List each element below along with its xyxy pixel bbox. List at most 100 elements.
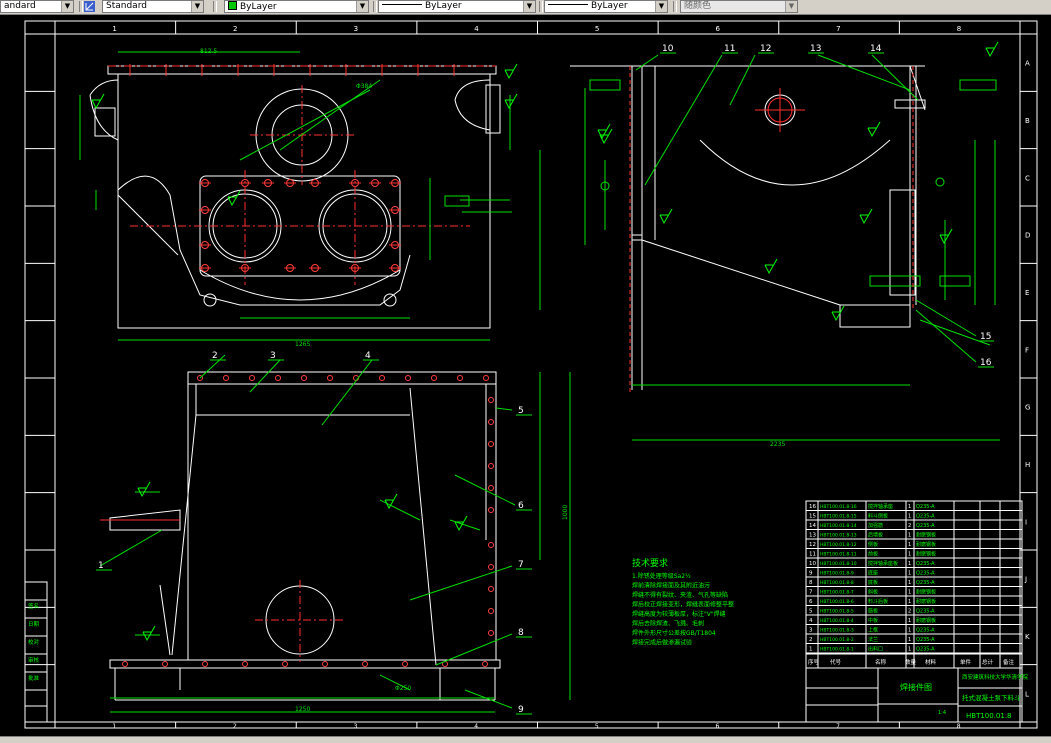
bom-cell-name: 前板 (868, 551, 878, 558)
grid-row-label: B (1025, 117, 1030, 125)
bom-cell-material: Q235-A (916, 561, 935, 567)
layer-color-value: ByLayer (240, 2, 277, 12)
grid-row-label: A (1025, 60, 1030, 68)
drawing-scale: 1:4 (938, 710, 946, 716)
grid-row-label: C (1025, 174, 1030, 182)
bom-cell-code: HBT100.01.8-3 (820, 628, 854, 634)
dimension-style-dropdown[interactable]: Standard ▼ (102, 0, 204, 13)
balloon-number: 15 (980, 332, 991, 342)
front-base-bolt (202, 661, 208, 667)
grid-col-bottom-label: 7 (836, 723, 840, 730)
linetype-dropdown[interactable]: ByLayer ▼ (378, 0, 536, 13)
technical-requirements: 技术要求 1.除锈处理等级Sa2½ 焊前清除焊接面及其附近油污焊缝不得有裂纹、夹渣… (632, 557, 734, 647)
front-side-bolt (488, 463, 494, 469)
bom-cell-no: 9 (809, 571, 813, 577)
bom-header-cell: 单件 (960, 658, 972, 666)
front-side-bolt (488, 608, 494, 614)
bom-cell-qty: 1 (908, 571, 911, 577)
chevron-down-icon[interactable]: ▼ (191, 1, 203, 12)
grid-col-bottom-label: 8 (957, 723, 961, 730)
grid-col-bottom-label: 5 (595, 723, 599, 730)
tech-line: 焊后去除焊渣、飞溅、毛刺 (632, 620, 704, 628)
grid-col-top-label: 8 (957, 25, 961, 33)
bom-cell-no: 8 (809, 580, 813, 586)
chevron-down-icon[interactable]: ▼ (523, 1, 535, 12)
leader-line (409, 565, 513, 601)
front-top-bolt (457, 375, 463, 381)
bom-header-cell: 数量 (905, 658, 917, 666)
bom-cell-material: Q235-A (916, 580, 935, 586)
front-top-bolt (249, 375, 255, 381)
front-view-hole (255, 580, 345, 662)
grid-col-top-label: 1 (112, 25, 116, 33)
bom-cell-qty: 1 (908, 647, 911, 653)
plot-style-value: 随颜色 (684, 1, 712, 11)
bom-cell-no: 2 (809, 637, 813, 643)
front-view[interactable] (109, 371, 501, 701)
balloon-number: 4 (365, 351, 371, 361)
bom-cell-no: 1 (809, 647, 813, 653)
grid-row-label: G (1025, 404, 1030, 412)
bom-cell-name: 出料口 (868, 646, 883, 653)
bom-cell-name: 法兰 (868, 636, 878, 643)
chevron-down-icon[interactable]: ▼ (655, 1, 667, 12)
bom-cell-qty: 1 (908, 504, 911, 510)
grid-col-bottom-label: 2 (233, 723, 237, 730)
bom-cell-material: 耐磨钢板 (916, 617, 936, 624)
grid-col-bottom-label: 4 (474, 723, 478, 730)
top-view[interactable] (89, 65, 501, 329)
bom-cell-no: 5 (809, 609, 813, 615)
chevron-down-icon[interactable]: ▼ (61, 1, 73, 12)
bom-cell-no: 13 (809, 533, 816, 539)
front-base-bolt (282, 661, 288, 667)
leader-line (249, 359, 281, 393)
front-top-bolt (327, 375, 333, 381)
chevron-down-icon[interactable]: ▼ (356, 1, 368, 12)
bom-cell-no: 15 (809, 514, 816, 520)
roughness-mark (985, 41, 999, 58)
bom-cell-name: 搅拌轴承座 (868, 503, 893, 510)
front-dim-width: 1250 (295, 706, 310, 713)
bom-cell-no: 7 (809, 590, 813, 596)
grid-row-label: E (1025, 289, 1029, 297)
chevron-down-icon[interactable]: ▼ (785, 1, 797, 12)
bom-cell-material: 耐磨钢板 (916, 589, 936, 596)
top-view-dims (79, 51, 541, 341)
roughness-mark (859, 208, 873, 225)
toolbar-separator (79, 1, 83, 12)
grid-col-bottom-label: 1 (112, 723, 116, 730)
lineweight-dropdown[interactable]: ByLayer ▼ (544, 0, 668, 13)
bom-cell-name: 侧板 (868, 541, 878, 548)
plot-style-dropdown[interactable]: 随颜色 ▼ (680, 0, 798, 13)
bom-cell-name: 中板 (868, 617, 878, 624)
front-side-bolt (488, 397, 494, 403)
layer-color-dropdown[interactable]: ByLayer ▼ (224, 0, 369, 13)
drawing-canvas[interactable]: 1122334455667788ABCDEFGHIJKL 签名日期校对审核批准 (0, 14, 1051, 736)
bom-cell-qty: 1 (908, 542, 911, 548)
dimension-style-value: Standard (106, 1, 147, 11)
side-view[interactable] (570, 65, 926, 390)
balloon-number: 5 (518, 406, 524, 416)
dimension-style-icon[interactable] (84, 1, 95, 12)
bom-cell-code: HBT100.01.8-12 (820, 542, 857, 548)
toolbar-separator (673, 1, 677, 12)
grid-col-top-label: 2 (233, 25, 237, 33)
grid-col-top-label: 6 (715, 25, 720, 33)
grid-row-label: J (1024, 576, 1027, 584)
color-swatch-icon (228, 1, 237, 10)
bom-header-cell: 序号 (808, 658, 820, 666)
signature-label: 审核 (28, 656, 40, 664)
linetype-sample-icon (382, 4, 422, 5)
bom-cell-material: 耐磨钢板 (916, 541, 936, 548)
text-style-dropdown[interactable]: andard ▼ (0, 0, 74, 13)
balloon-number: 11 (724, 44, 735, 54)
tech-line: 焊前清除焊接面及其附近油污 (632, 582, 710, 590)
bom-cell-code: HBT100.01.8-7 (820, 590, 854, 596)
bom-header-cell: 总计 (982, 658, 994, 666)
bom-cell-name: 料斗后板 (868, 598, 888, 605)
grid-col-bottom-label: 6 (715, 723, 719, 730)
bom-cell-qty: 2 (908, 523, 911, 529)
bom-cell-no: 12 (809, 542, 816, 548)
bom-cell-material: Q235-A (916, 637, 935, 643)
grid-col-top-label: 3 (354, 25, 358, 33)
